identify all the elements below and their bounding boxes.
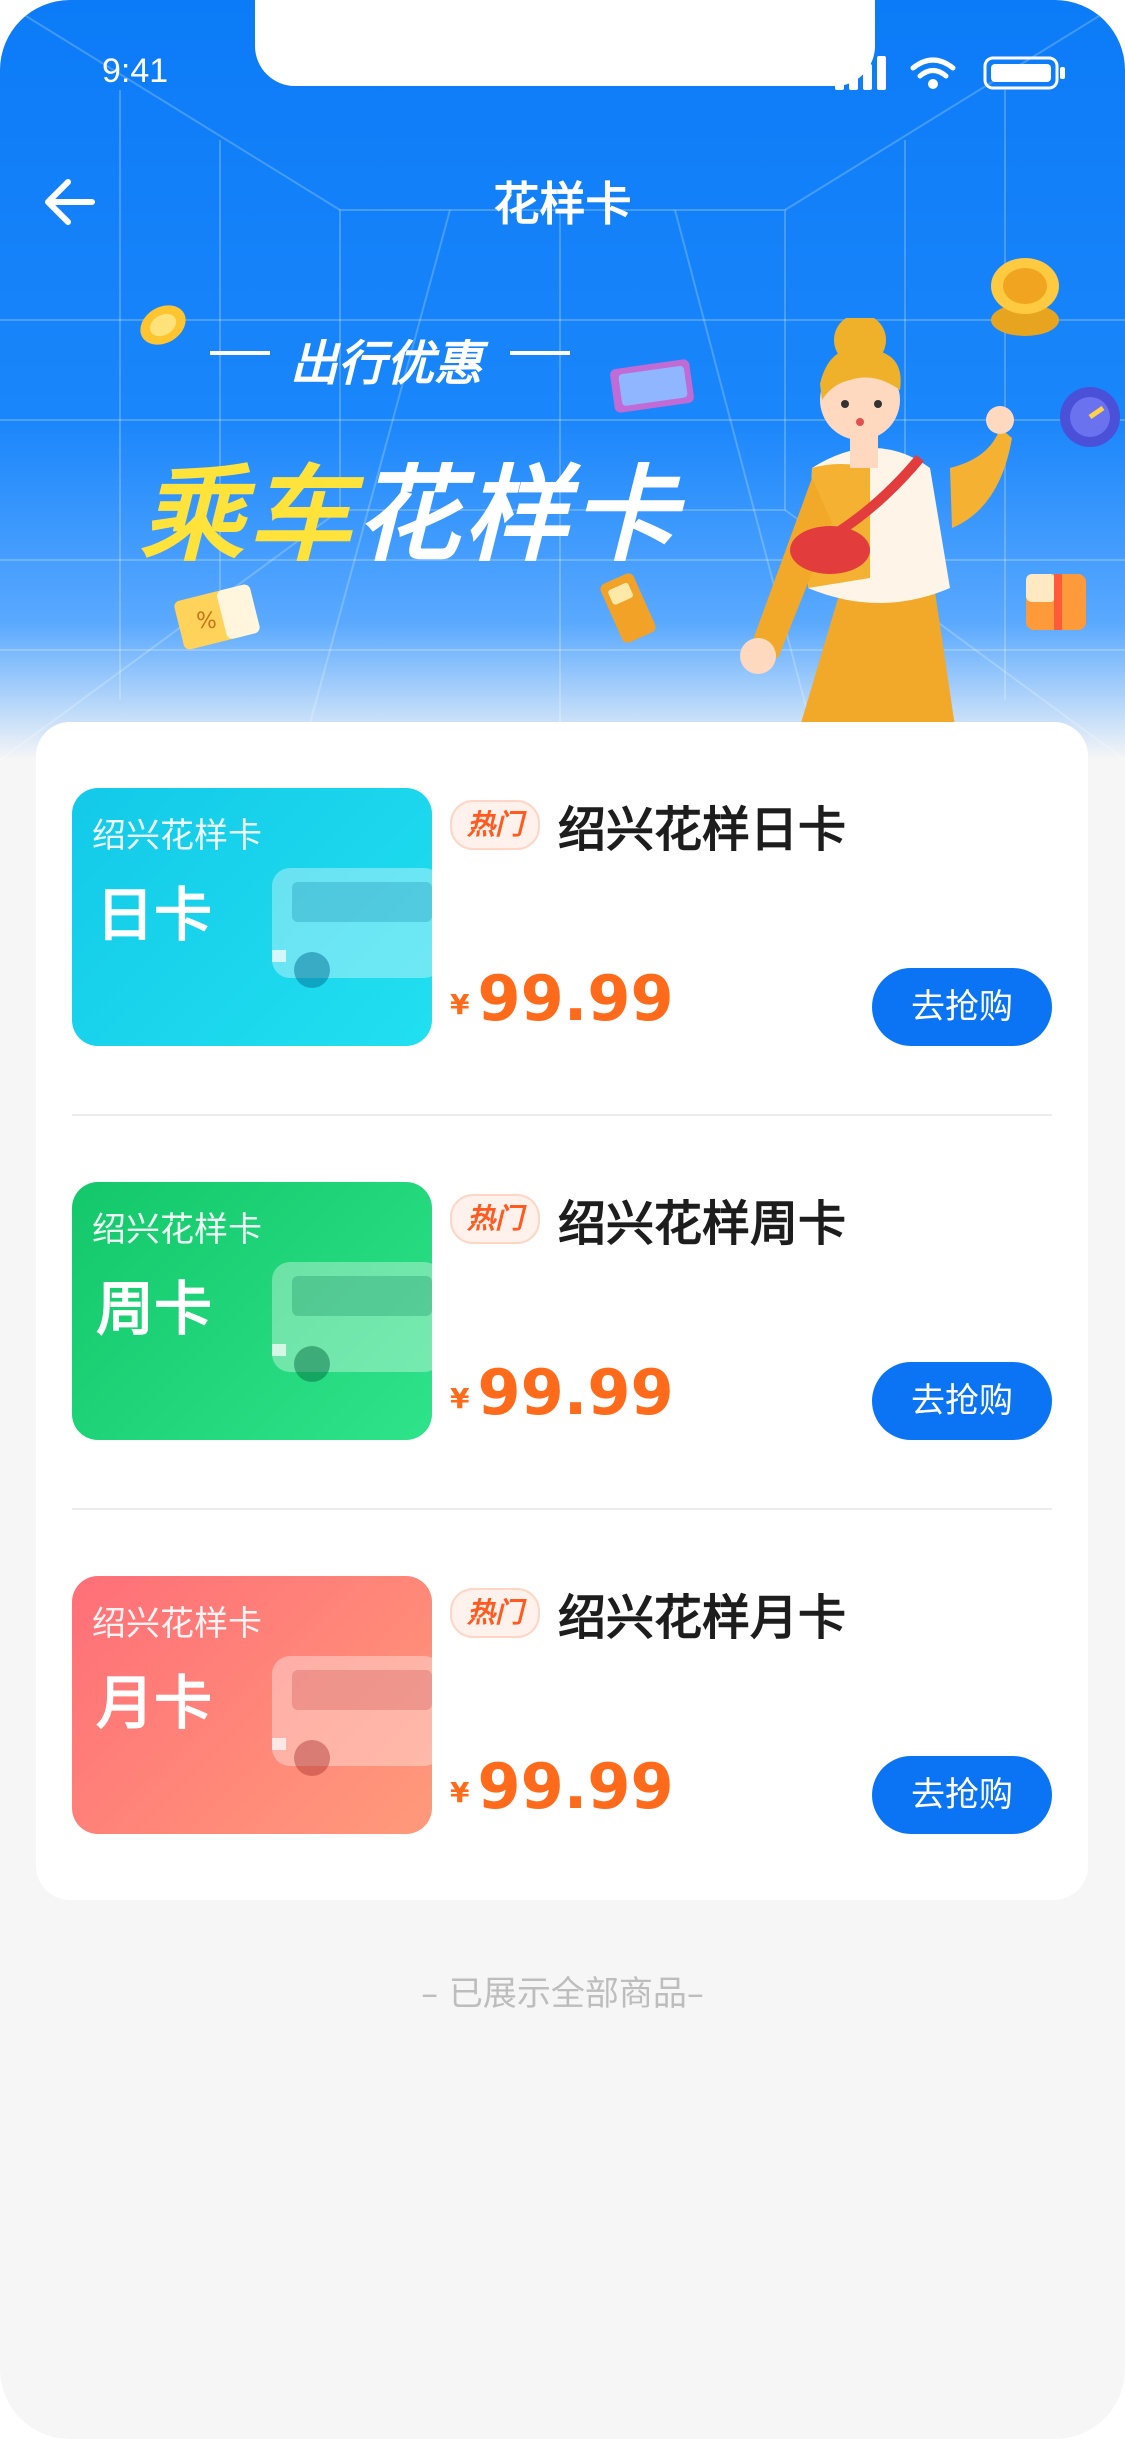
bus-icon: [272, 868, 432, 988]
divider: [72, 1508, 1052, 1510]
hero-banner: 9:41 花样卡 出行优惠 乘车花样卡 %: [0, 0, 1125, 760]
banknote-icon: [610, 359, 694, 413]
buy-button[interactable]: 去抢购: [872, 1362, 1052, 1440]
status-time: 9:41: [102, 52, 169, 90]
buy-button[interactable]: 去抢购: [872, 1756, 1052, 1834]
clock-icon: [1060, 387, 1120, 447]
product-price: ¥99.99: [450, 962, 674, 1035]
battery-icon: [983, 56, 1065, 90]
signal-icon: [835, 56, 886, 90]
headline-highlight: 乘车: [140, 454, 357, 576]
wifi-icon: [910, 57, 956, 79]
product-price: ¥99.99: [450, 1750, 674, 1823]
price-value: 99.99: [477, 1750, 674, 1823]
list-end-text: – 已展示全部商品–: [421, 1974, 704, 2014]
product-price: ¥99.99: [450, 1356, 674, 1429]
character-illustration: [740, 318, 1014, 760]
gift-box-icon: [1026, 574, 1086, 630]
thumb-card-type: 周卡: [96, 1275, 213, 1343]
headline-rest: 花样卡: [356, 454, 681, 576]
hot-badge: 热门: [450, 800, 540, 850]
thumb-card-type: 日卡: [96, 881, 213, 949]
thumb-city-label: 绍兴花样卡: [92, 816, 262, 856]
currency-symbol: ¥: [450, 988, 470, 1021]
banner-tag-text: 出行优惠: [290, 336, 483, 392]
bus-icon: [272, 1262, 432, 1382]
divider: [72, 1114, 1052, 1116]
price-value: 99.99: [477, 1356, 674, 1429]
device-notch: [255, 0, 875, 86]
thumb-card-type: 月卡: [96, 1669, 213, 1737]
product-name[interactable]: 绍兴花样日卡: [558, 790, 846, 860]
tag-line-right: [510, 351, 570, 355]
status-icons: [835, 56, 1065, 90]
buy-button[interactable]: 去抢购: [872, 968, 1052, 1046]
phone-screen: 9:41 花样卡 出行优惠 乘车花样卡 % 绍兴花样卡 日卡 热门 绍兴花样日卡…: [0, 0, 1125, 2439]
currency-symbol: ¥: [450, 1382, 470, 1415]
page-title: 花样卡: [493, 177, 632, 231]
product-name[interactable]: 绍兴花样周卡: [558, 1184, 846, 1254]
thumb-city-label: 绍兴花样卡: [92, 1604, 262, 1644]
coin-icon: [140, 305, 186, 345]
card-thumbnail-week[interactable]: 绍兴花样卡 周卡: [72, 1182, 432, 1440]
bus-icon: [272, 1656, 432, 1776]
hot-badge: 热门: [450, 1588, 540, 1638]
price-value: 99.99: [477, 962, 674, 1035]
coupon-icon: %: [174, 584, 260, 650]
banner-tag: 出行优惠: [210, 318, 580, 392]
banner-headline: 乘车花样卡: [140, 430, 680, 581]
product-name[interactable]: 绍兴花样月卡: [558, 1578, 846, 1648]
currency-symbol: ¥: [450, 1776, 470, 1809]
tag-line-left: [210, 351, 270, 355]
svg-text:%: %: [196, 609, 217, 634]
thumb-city-label: 绍兴花样卡: [92, 1210, 262, 1250]
card-thumbnail-month[interactable]: 绍兴花样卡 月卡: [72, 1576, 432, 1834]
hot-badge: 热门: [450, 1194, 540, 1244]
product-list-card: 绍兴花样卡 日卡 热门 绍兴花样日卡 ¥99.99 去抢购 绍兴花样卡 周卡 热…: [36, 722, 1088, 1900]
card-thumbnail-day[interactable]: 绍兴花样卡 日卡: [72, 788, 432, 1046]
phone-toy-icon: [600, 573, 656, 643]
